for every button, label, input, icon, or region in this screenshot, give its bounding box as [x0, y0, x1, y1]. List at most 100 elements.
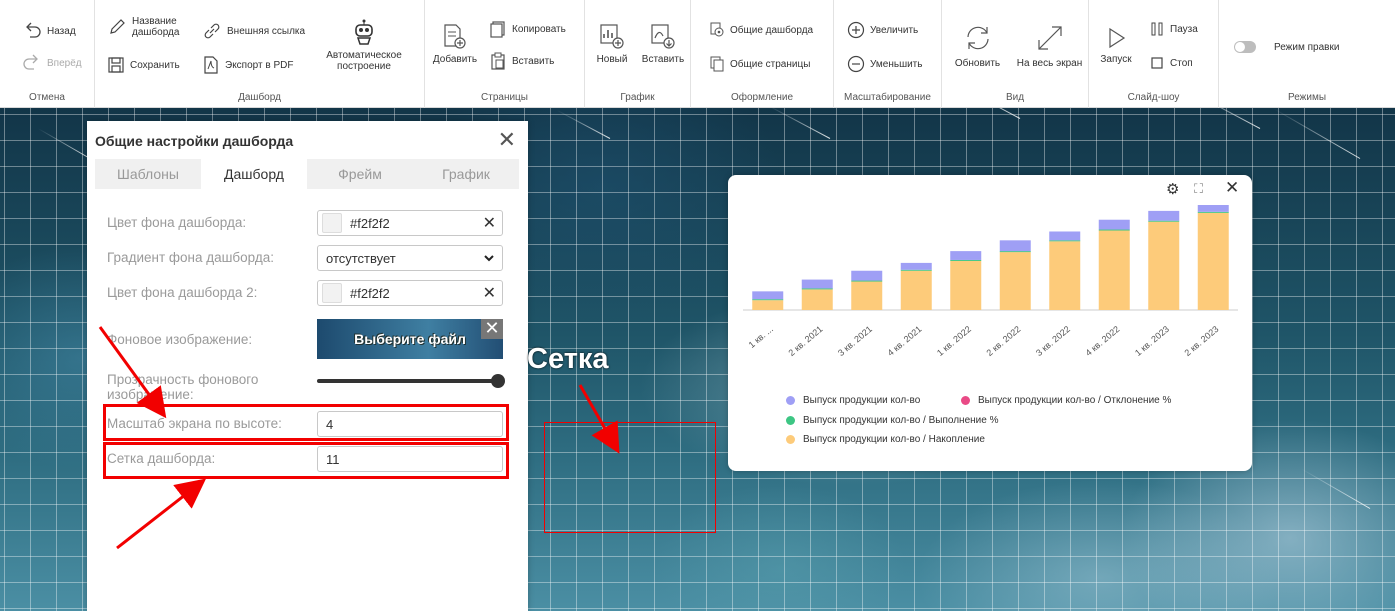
group-undo: Назад Вперёд Отмена: [0, 0, 95, 108]
clear-icon[interactable]: ✕: [483, 213, 496, 233]
auto-build-button[interactable]: Автоматическое построение: [326, 18, 402, 72]
bar-2-1: [801, 288, 833, 290]
paste-page-button[interactable]: Вставить: [489, 52, 554, 70]
bar-3-5: [999, 252, 1031, 310]
bar-3-9: [1197, 212, 1229, 310]
row-bg-color: Цвет фона дашборда: #f2f2f2 ✕: [107, 210, 505, 236]
group-chart: Новый Вставить График: [585, 0, 691, 108]
start-slideshow-label: Запуск: [1100, 54, 1132, 65]
remove-image-icon[interactable]: ✕: [481, 319, 503, 339]
panel-title: Общие настройки дашборда: [95, 133, 294, 149]
save-button[interactable]: Сохранить: [107, 56, 180, 74]
pages-icon: [710, 56, 724, 72]
dashboard-name-button[interactable]: Название дашборда: [107, 16, 187, 38]
group-pages: Добавить Копировать Вставить Страницы: [425, 0, 585, 108]
chevron-down-icon: [484, 255, 494, 262]
settings-page-icon: [710, 22, 724, 37]
pause-icon: [1151, 22, 1163, 36]
zoom-out-button[interactable]: Уменьшить: [847, 55, 922, 73]
dashboard-name-label: Название дашборда: [132, 16, 180, 38]
bg-opacity-label: Прозрачность фонового изображение:: [107, 372, 259, 402]
legend-item-2[interactable]: Выпуск продукции кол-во / Выполнение %: [786, 415, 998, 426]
forward-button[interactable]: Вперёд: [22, 54, 82, 72]
highlight-screen-scale: [103, 404, 509, 441]
settings-panel: Общие настройки дашборда ✕ Шаблоны Дашбо…: [87, 121, 528, 611]
chart-card[interactable]: ⚙ ⛶ ✕ 1 кв. ... 2 кв. 2021 3 кв. 2021 4 кв.…: [728, 175, 1252, 471]
edit-mode-toggle[interactable]: Режим правки: [1234, 41, 1339, 53]
bar-0-4: [950, 251, 982, 260]
tab-chart[interactable]: График: [413, 159, 519, 189]
bar-2-3: [900, 269, 932, 271]
common-dashboards-button[interactable]: Общие дашборда: [709, 22, 813, 38]
add-page-icon: [444, 24, 466, 49]
group-label-slideshow: Слайд-шоу: [1127, 92, 1180, 103]
paste-chart-button[interactable]: Вставить: [639, 22, 687, 65]
x-tick-label-3: 4 кв. 2021: [886, 324, 924, 358]
fullscreen-label: На весь экран: [1016, 58, 1083, 69]
choose-file-button[interactable]: Выберите файл: [354, 331, 466, 347]
bg-color-value: #f2f2f2: [350, 215, 390, 231]
legend-marker-2: [786, 416, 795, 425]
auto-build-label: Автоматическое построение: [326, 50, 402, 72]
legend-marker-1: [961, 396, 970, 405]
bar-2-2: [851, 280, 883, 282]
back-label: Назад: [47, 25, 76, 37]
add-page-button[interactable]: Добавить: [429, 22, 481, 65]
bg-color2-input[interactable]: #f2f2f2 ✕: [317, 280, 503, 306]
legend-item-0[interactable]: Выпуск продукции кол-во: [786, 395, 920, 406]
stop-label: Стоп: [1170, 57, 1193, 69]
refresh-label: Обновить: [954, 58, 1001, 69]
export-pdf-label: Экспорт в PDF: [225, 59, 294, 71]
bar-2-6: [1049, 240, 1081, 242]
new-chart-label: Новый: [596, 54, 628, 65]
common-pages-button[interactable]: Общие страницы: [709, 56, 810, 72]
export-pdf-button[interactable]: Экспорт в PDF: [202, 56, 293, 74]
plus-circle-icon: [847, 21, 865, 39]
refresh-button[interactable]: Обновить: [950, 22, 1005, 69]
x-tick-label-7: 4 кв. 2022: [1084, 324, 1122, 358]
tab-templates[interactable]: Шаблоны: [95, 159, 201, 189]
bg-gradient-select[interactable]: отсутствует: [317, 245, 503, 271]
link-icon: [204, 23, 220, 39]
external-link-label: Внешняя ссылка: [227, 25, 306, 37]
legend-item-3[interactable]: Выпуск продукции кол-во / Накопление: [786, 434, 985, 445]
external-link-button[interactable]: Внешняя ссылка: [202, 22, 305, 40]
new-chart-button[interactable]: Новый: [591, 22, 633, 65]
color-swatch-2[interactable]: [322, 283, 342, 303]
clear-icon-2[interactable]: ✕: [483, 283, 496, 303]
tab-frame[interactable]: Фрейм: [307, 159, 413, 189]
opacity-slider[interactable]: [317, 374, 505, 388]
paste-chart-label: Вставить: [641, 54, 685, 65]
bg-gradient-value: отсутствует: [326, 250, 396, 266]
forward-label: Вперёд: [47, 57, 82, 69]
start-slideshow-button[interactable]: Запуск: [1097, 26, 1135, 65]
bg-image-label: Фоновое изображение:: [107, 332, 253, 347]
slider-handle[interactable]: [491, 374, 505, 388]
copy-page-button[interactable]: Копировать: [489, 20, 566, 38]
x-tick-label-1: 2 кв. 2021: [787, 324, 825, 358]
bg-image-preview[interactable]: Выберите файл ✕: [317, 319, 503, 359]
bar-2-9: [1197, 211, 1229, 213]
chart-plot: 1 кв. ... 2 кв. 2021 3 кв. 2021 4 кв. 2021 1…: [743, 205, 1238, 358]
x-tick-label-9: 2 кв. 2023: [1183, 324, 1221, 358]
group-modes: Режим правки Режимы: [1219, 0, 1395, 108]
bar-0-3: [900, 262, 932, 270]
zoom-in-button[interactable]: Увеличить: [847, 21, 918, 39]
grid-annotation-label: Сетка: [527, 343, 609, 375]
fullscreen-button[interactable]: На весь экран: [1012, 22, 1087, 69]
row-bg-color2: Цвет фона дашборда 2: #f2f2f2 ✕: [107, 280, 505, 306]
common-pages-label: Общие страницы: [730, 58, 811, 70]
stop-button[interactable]: Стоп: [1149, 55, 1193, 71]
bg-color-input[interactable]: #f2f2f2 ✕: [317, 210, 503, 236]
pause-button[interactable]: Пауза: [1149, 21, 1198, 37]
back-button[interactable]: Назад: [22, 22, 76, 40]
legend-label-3: Выпуск продукции кол-во / Накопление: [803, 434, 985, 445]
bar-0-8: [1148, 210, 1180, 221]
toggle-switch[interactable]: [1234, 41, 1256, 53]
legend-item-1[interactable]: Выпуск продукции кол-во / Отклонение %: [961, 395, 1171, 406]
group-slideshow: Запуск Пауза Стоп Слайд-шоу: [1089, 0, 1219, 108]
close-panel-icon[interactable]: ✕: [498, 127, 516, 153]
color-swatch[interactable]: [322, 213, 342, 233]
highlight-grid-cell: [544, 422, 716, 533]
tab-dashboard[interactable]: Дашборд: [201, 159, 307, 189]
